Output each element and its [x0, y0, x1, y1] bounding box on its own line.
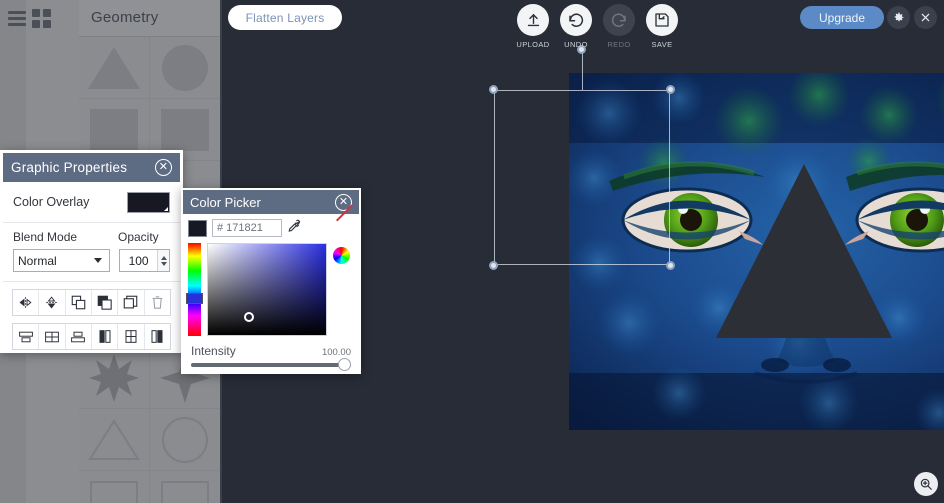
hue-slider[interactable] — [186, 243, 203, 336]
graphic-properties-title: Graphic Properties — [11, 160, 128, 175]
intensity-slider[interactable] — [191, 358, 351, 371]
star-8-point-icon — [89, 353, 139, 402]
resize-handle-top-right[interactable] — [666, 85, 675, 94]
opacity-spinner-arrows[interactable] — [157, 250, 169, 271]
upload-button[interactable]: UPLOAD — [516, 4, 550, 49]
chevron-down-icon — [94, 258, 103, 263]
sidebar-header: Geometry — [79, 0, 222, 37]
align-right-icon[interactable] — [145, 324, 170, 349]
resize-handle-bottom-right[interactable] — [666, 261, 675, 270]
color-picker-header: Color Picker ✕ — [183, 190, 359, 214]
blend-mode-value: Normal — [18, 253, 57, 268]
editor-app: Geometry Flatten Layers UPLOAD UNDO REDO… — [0, 0, 944, 503]
intensity-section: Intensity 100.00 — [183, 336, 359, 371]
opacity-value: 100 — [128, 253, 149, 268]
redo-button[interactable]: REDO — [603, 4, 635, 49]
align-top-icon[interactable] — [13, 324, 40, 349]
hex-row — [183, 214, 359, 239]
shape-square-outline[interactable] — [150, 471, 221, 503]
triangle-outline-icon — [88, 418, 140, 460]
shape-star-8-point[interactable] — [79, 347, 150, 409]
resize-handle-bottom-left[interactable] — [489, 261, 498, 270]
shape-circle-filled[interactable] — [150, 37, 221, 99]
graphic-properties-panel: Graphic Properties ✕ Color Overlay Blend… — [0, 150, 183, 353]
graphic-properties-header: Graphic Properties ✕ — [3, 153, 180, 182]
color-wheel-icon[interactable] — [333, 247, 350, 264]
intensity-value: 100.00 — [321, 347, 351, 358]
saturation-value-handle[interactable] — [244, 312, 254, 322]
bring-to-front-icon[interactable] — [92, 290, 119, 315]
gear-icon[interactable] — [887, 6, 910, 29]
selection-outline — [494, 90, 670, 265]
align-center-horizontal-icon[interactable] — [39, 324, 66, 349]
flip-vertical-icon[interactable] — [39, 290, 66, 315]
shape-square-outline[interactable] — [79, 471, 150, 503]
selected-triangle-shape[interactable] — [716, 164, 892, 338]
intensity-label: Intensity — [191, 344, 236, 358]
align-left-icon[interactable] — [92, 324, 119, 349]
rotation-line — [582, 50, 583, 90]
eyedropper-icon[interactable] — [287, 218, 302, 238]
upload-icon — [517, 4, 549, 36]
undo-arrow-icon — [560, 4, 592, 36]
color-picker-body — [183, 239, 359, 336]
selection-box[interactable] — [489, 45, 675, 270]
undo-button[interactable]: UNDO — [560, 4, 592, 49]
align-center-vertical-icon[interactable] — [118, 324, 145, 349]
color-picker-panel: Color Picker ✕ Int — [181, 188, 361, 374]
upgrade-button[interactable]: Upgrade — [800, 6, 884, 29]
page-title: Geometry — [91, 9, 159, 26]
tool-group: UPLOAD UNDO REDO SAVE — [516, 4, 678, 49]
color-overlay-label: Color Overlay — [13, 195, 90, 209]
shape-triangle-filled[interactable] — [79, 37, 150, 99]
opacity-stepper[interactable]: 100 — [119, 249, 170, 272]
blend-opacity-row: Blend Mode Opacity Normal 100 — [3, 223, 180, 282]
color-overlay-row: Color Overlay — [3, 182, 180, 223]
hue-slider-handle[interactable] — [186, 293, 203, 304]
current-color-swatch[interactable] — [188, 219, 207, 237]
bring-forward-icon[interactable] — [66, 290, 92, 315]
color-overlay-swatch[interactable] — [127, 191, 170, 213]
color-picker-title: Color Picker — [190, 194, 261, 210]
delete-trash-icon[interactable] — [145, 290, 170, 315]
undo-label: UNDO — [564, 40, 588, 49]
zoom-in-icon[interactable] — [914, 472, 938, 496]
grid-icon[interactable] — [30, 8, 52, 28]
resize-handle-top-left[interactable] — [489, 85, 498, 94]
hamburger-icon[interactable] — [6, 8, 28, 28]
close-icon[interactable]: ✕ — [155, 159, 172, 176]
align-bottom-icon[interactable] — [66, 324, 92, 349]
align-toolbar — [12, 323, 171, 350]
shape-triangle-outline[interactable] — [79, 409, 150, 471]
saturation-value-area[interactable] — [207, 243, 327, 336]
blend-mode-select[interactable]: Normal — [13, 249, 111, 272]
intensity-slider-handle[interactable] — [338, 358, 351, 371]
hex-input[interactable] — [212, 219, 282, 237]
opacity-label: Opacity — [118, 230, 159, 244]
no-color-icon[interactable] — [334, 219, 354, 237]
arrange-toolbar — [12, 289, 171, 316]
save-button[interactable]: SAVE — [646, 4, 678, 49]
close-icon[interactable] — [914, 6, 937, 29]
flip-horizontal-icon[interactable] — [13, 290, 40, 315]
save-disk-icon — [646, 4, 678, 36]
redo-label: REDO — [607, 40, 631, 49]
save-label: SAVE — [651, 40, 673, 49]
upload-label: UPLOAD — [516, 40, 550, 49]
flatten-layers-button[interactable]: Flatten Layers — [228, 5, 342, 30]
blend-mode-label: Blend Mode — [13, 230, 78, 244]
shape-circle-outline[interactable] — [150, 409, 221, 471]
send-backward-icon[interactable] — [118, 290, 145, 315]
redo-arrow-icon — [603, 4, 635, 36]
